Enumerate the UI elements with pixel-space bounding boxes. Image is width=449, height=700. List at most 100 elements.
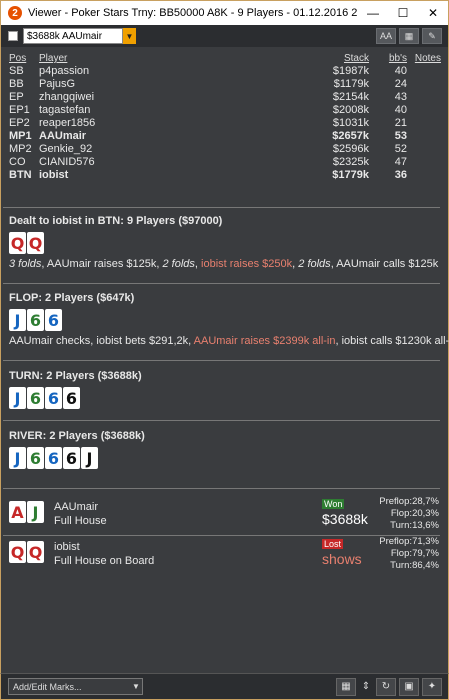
refresh-icon[interactable]: ↻ — [376, 677, 396, 696]
action-text: AAUmair checks, iobist bets $291,2k, — [9, 335, 194, 347]
marks-select[interactable]: Add/Edit Marks... ▼ — [8, 678, 143, 695]
bbs-cell: 40 — [394, 65, 407, 77]
stack-cell: $1179k — [333, 78, 369, 90]
pos-cell: MP1 — [9, 130, 32, 142]
font-size-icon[interactable]: AA — [376, 28, 396, 44]
grid-icon[interactable]: ▦ — [399, 28, 419, 44]
equity-row: Turn: 13,6% — [374, 520, 439, 532]
player-cell: reaper1856 — [39, 117, 96, 129]
river-title: RIVER: 2 Players ($3688k) — [9, 430, 145, 442]
equity-value: 71,3% — [412, 536, 439, 547]
window-title: Viewer - Poker Stars Trny: BB50000 A8K -… — [28, 7, 358, 19]
playing-card: 6 — [27, 309, 44, 331]
turn-section: TURN: 2 Players ($3688k) J666 — [9, 370, 441, 409]
winner-cards: AJ — [9, 501, 44, 523]
header-stack[interactable]: Stack — [309, 53, 369, 65]
equity-value: 86,4% — [412, 560, 439, 571]
save-icon[interactable]: ▣ — [399, 677, 419, 696]
minimize-button[interactable]: — — [358, 1, 388, 26]
stack-cell: $1987k — [332, 65, 369, 77]
player-cell: PajusG — [39, 78, 76, 90]
divider — [3, 488, 440, 489]
table-row[interactable]: BB PajusG $1179k 24 — [9, 78, 441, 91]
status-bar: Add/Edit Marks... ▼ ▦ ⇕ ↻ ▣ ✦ — [0, 673, 449, 700]
flop-cards: J66 — [9, 309, 441, 331]
playing-card: 6 — [45, 387, 62, 409]
equity-label: Preflop: — [379, 536, 412, 547]
winner-hand: Full House — [54, 515, 107, 527]
playing-card: Q — [27, 541, 44, 563]
action-text: iobist raises $250k — [201, 258, 293, 270]
preflop-title: Dealt to iobist in BTN: 9 Players ($9700… — [9, 215, 223, 227]
preflop-cards: QQ — [9, 232, 441, 254]
action-text: 2 folds — [162, 258, 195, 270]
won-badge: Won — [322, 499, 345, 509]
action-text: , AAUmair raises $125k, — [41, 258, 163, 270]
table-row[interactable]: EP1 tagastefan $2008k 40 — [9, 104, 441, 117]
calculator-icon[interactable]: ▦ — [336, 677, 356, 696]
sort-icon[interactable]: ⇕ — [359, 678, 373, 696]
pos-cell: SB — [9, 65, 24, 77]
table-row[interactable]: CO CIANID576 $2325k 47 — [9, 156, 441, 169]
winner-name: AAUmair — [54, 501, 99, 513]
action-text: AAUmair raises $2399k all-in — [193, 335, 336, 347]
preflop-action: 3 folds, AAUmair raises $125k, 2 folds, … — [9, 258, 441, 270]
notes-cell — [411, 78, 441, 91]
stack-cell: $1779k — [332, 169, 369, 181]
bbs-cell: 40 — [394, 104, 407, 116]
header-player[interactable]: Player — [39, 53, 309, 65]
playing-card: J — [27, 501, 44, 523]
playing-card: J — [9, 447, 26, 469]
loser-equity-stats: Preflop: 71,3% Flop: 79,7% Turn: 86,4% — [374, 536, 439, 572]
result-loser: QQ iobist Full House on Board Lost shows… — [9, 535, 441, 575]
bbs-cell: 21 — [394, 117, 407, 129]
equity-label: Turn: — [390, 520, 412, 531]
table-row[interactable]: BTN iobist $1779k 36 — [9, 169, 441, 182]
header-pos[interactable]: Pos — [9, 53, 39, 65]
playing-card: 6 — [27, 447, 44, 469]
edit-icon[interactable]: ✎ — [422, 28, 442, 44]
turn-cards: J666 — [9, 387, 441, 409]
header-bbs[interactable]: bb's — [369, 53, 411, 65]
table-row[interactable]: EP2 reaper1856 $1031k 21 — [9, 117, 441, 130]
hand-viewer-panel: Pos Player Stack bb's Notes SB p4passion $… — [0, 47, 449, 673]
header-notes[interactable]: Notes — [411, 53, 441, 65]
twitter-icon[interactable]: ✦ — [422, 677, 442, 696]
playing-card: 6 — [45, 447, 62, 469]
notes-cell — [411, 65, 441, 78]
equity-value: 79,7% — [412, 548, 439, 559]
notes-cell — [411, 130, 441, 143]
action-text: , AAUmair calls $125k — [330, 258, 439, 270]
bbs-cell: 53 — [394, 130, 407, 142]
lost-badge: Lost — [322, 539, 344, 549]
table-row[interactable]: MP1 AAUmair $2657k 53 — [9, 130, 441, 143]
notes-cell — [411, 169, 441, 182]
equity-row: Turn: 86,4% — [374, 560, 439, 572]
table-row[interactable]: EP zhangqiwei $2154k 43 — [9, 91, 441, 104]
table-row[interactable]: MP2 Genkie_92 $2596k 52 — [9, 143, 441, 156]
select-checkbox[interactable] — [8, 31, 18, 41]
divider — [3, 283, 440, 284]
playing-card: Q — [27, 232, 44, 254]
playing-card: 6 — [27, 387, 44, 409]
hand-select[interactable]: $3688k AAUmair — [23, 28, 123, 44]
pos-cell: CO — [9, 156, 26, 168]
flop-section: FLOP: 2 Players ($647k) J66 AAUmair chec… — [9, 292, 449, 347]
divider — [3, 420, 440, 421]
table-row[interactable]: SB p4passion $1987k 40 — [9, 65, 441, 78]
playing-card: J — [9, 387, 26, 409]
chevron-down-icon[interactable]: ▼ — [123, 28, 136, 44]
maximize-button[interactable]: ☐ — [388, 1, 418, 26]
notes-cell — [411, 91, 441, 104]
equity-value: 13,6% — [412, 520, 439, 531]
pos-cell: EP2 — [9, 117, 30, 129]
pos-cell: BTN — [9, 169, 32, 181]
chevron-down-icon: ▼ — [132, 682, 140, 691]
equity-label: Turn: — [390, 560, 412, 571]
notes-cell — [411, 117, 441, 130]
turn-title: TURN: 2 Players ($3688k) — [9, 370, 142, 382]
pos-cell: EP — [9, 91, 24, 103]
loser-hand: Full House on Board — [54, 555, 155, 567]
playing-card: 6 — [63, 447, 80, 469]
close-button[interactable]: ✕ — [418, 1, 448, 26]
